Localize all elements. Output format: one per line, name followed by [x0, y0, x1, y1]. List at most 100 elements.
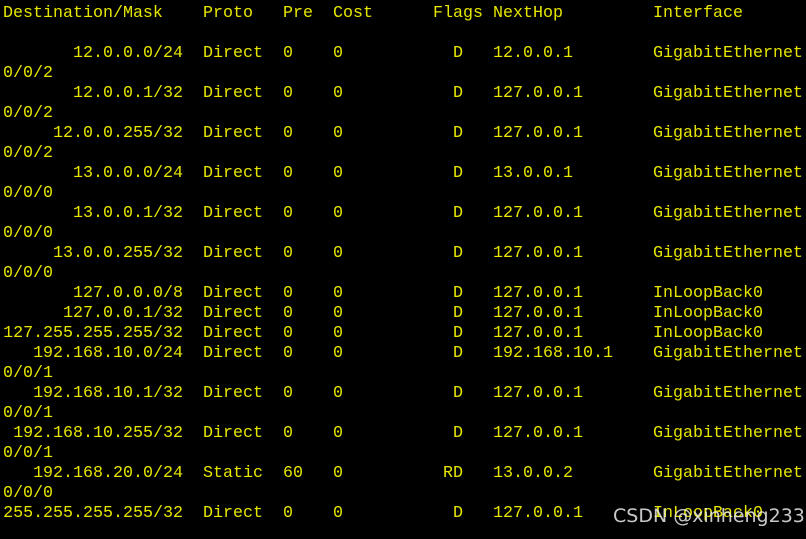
route-cost: 0: [333, 124, 343, 143]
routing-table-header: Destination/Mask Proto Pre Cost Flags Ne…: [3, 4, 806, 24]
route-flags: D: [453, 344, 463, 363]
route-row-wrap: 0/0/1: [3, 444, 806, 464]
route-proto: Direct: [203, 244, 263, 263]
terminal-window[interactable]: Destination/Mask Proto Pre Cost Flags Ne…: [0, 0, 806, 539]
route-nexthop: 12.0.0.1: [493, 44, 573, 63]
route-interface-wrap: 0/0/2: [3, 104, 53, 123]
route-flags: D: [453, 424, 463, 443]
route-nexthop: 127.0.0.1: [493, 84, 583, 103]
route-flags: RD: [443, 464, 463, 483]
route-row: 12.0.0.1/32 Direct 0 0 D 127.0.0.1 GigabitEthe…: [3, 84, 806, 104]
route-nexthop: 127.0.0.1: [493, 204, 583, 223]
route-destination: 12.0.0.0/24: [73, 44, 183, 63]
route-interface-wrap: 0/0/0: [3, 224, 53, 243]
route-cost: 0: [333, 504, 343, 523]
route-row-wrap: 0/0/0: [3, 264, 806, 284]
route-nexthop: 127.0.0.1: [493, 384, 583, 403]
route-interface: GigabitEthernet: [653, 244, 803, 263]
route-interface: GigabitEthernet: [653, 424, 803, 443]
route-nexthop: 13.0.0.1: [493, 164, 573, 183]
route-proto: Direct: [203, 504, 263, 523]
route-flags: D: [453, 164, 463, 183]
route-proto: Direct: [203, 304, 263, 323]
route-cost: 0: [333, 44, 343, 63]
route-row: 12.0.0.0/24 Direct 0 0 D 12.0.0.1 GigabitEther…: [3, 44, 806, 64]
route-proto: Direct: [203, 124, 263, 143]
header-destination: Destination/Mask: [3, 4, 163, 23]
route-pre: 0: [283, 84, 293, 103]
route-interface: GigabitEthernet: [653, 124, 803, 143]
route-proto: Static: [203, 464, 263, 483]
route-destination: 13.0.0.1/32: [73, 204, 183, 223]
route-interface-wrap: 0/0/2: [3, 64, 53, 83]
route-proto: Direct: [203, 424, 263, 443]
route-row-wrap: 0/0/0: [3, 184, 806, 204]
route-nexthop: 127.0.0.1: [493, 284, 583, 303]
route-nexthop: 127.0.0.1: [493, 504, 583, 523]
route-interface: GigabitEthernet: [653, 44, 803, 63]
route-flags: D: [453, 44, 463, 63]
route-nexthop: 127.0.0.1: [493, 304, 583, 323]
route-pre: 0: [283, 344, 293, 363]
route-interface: GigabitEthernet: [653, 204, 803, 223]
header-flags: Flags: [433, 4, 483, 23]
route-cost: 0: [333, 384, 343, 403]
route-pre: 0: [283, 44, 293, 63]
watermark: CSDN @xinheng233: [613, 505, 805, 527]
route-nexthop: 127.0.0.1: [493, 244, 583, 263]
route-interface: GigabitEthernet: [653, 384, 803, 403]
route-row: 13.0.0.0/24 Direct 0 0 D 13.0.0.1 GigabitEther…: [3, 164, 806, 184]
route-pre: 60: [283, 464, 303, 483]
route-nexthop: 127.0.0.1: [493, 424, 583, 443]
route-nexthop: 13.0.0.2: [493, 464, 573, 483]
route-interface-wrap: 0/0/0: [3, 484, 53, 503]
route-cost: 0: [333, 324, 343, 343]
route-row-wrap: 0/0/0: [3, 224, 806, 244]
route-destination: 13.0.0.255/32: [53, 244, 183, 263]
route-row-wrap: 0/0/0: [3, 484, 806, 504]
route-interface: InLoopBack0: [653, 304, 763, 323]
route-destination: 192.168.10.1/32: [33, 384, 183, 403]
route-nexthop: 127.0.0.1: [493, 124, 583, 143]
route-flags: D: [453, 384, 463, 403]
route-pre: 0: [283, 504, 293, 523]
route-pre: 0: [283, 244, 293, 263]
route-proto: Direct: [203, 284, 263, 303]
route-interface: GigabitEthernet: [653, 84, 803, 103]
route-row: 127.255.255.255/32 Direct 0 0 D 127.0.0.1 InLo…: [3, 324, 806, 344]
header-interface: Interface: [653, 4, 743, 23]
header-cost: Cost: [333, 4, 373, 23]
route-cost: 0: [333, 84, 343, 103]
route-cost: 0: [333, 164, 343, 183]
route-destination: 127.0.0.0/8: [73, 284, 183, 303]
route-destination: 127.255.255.255/32: [3, 324, 183, 343]
route-interface-wrap: 0/0/0: [3, 184, 53, 203]
route-cost: 0: [333, 424, 343, 443]
route-pre: 0: [283, 204, 293, 223]
route-proto: Direct: [203, 324, 263, 343]
route-row-wrap: 0/0/1: [3, 364, 806, 384]
route-row: 192.168.10.0/24 Direct 0 0 D 192.168.10.1 Giga…: [3, 344, 806, 364]
route-row: 127.0.0.0/8 Direct 0 0 D 127.0.0.1 InLoopBack0: [3, 284, 806, 304]
route-row-wrap: 0/0/2: [3, 104, 806, 124]
header-nexthop: NextHop: [493, 4, 563, 23]
route-interface: InLoopBack0: [653, 324, 763, 343]
route-nexthop: 127.0.0.1: [493, 324, 583, 343]
route-flags: D: [453, 124, 463, 143]
route-flags: D: [453, 244, 463, 263]
route-interface-wrap: 0/0/2: [3, 144, 53, 163]
route-flags: D: [453, 324, 463, 343]
route-row: 13.0.0.1/32 Direct 0 0 D 127.0.0.1 GigabitEthe…: [3, 204, 806, 224]
route-interface: GigabitEthernet: [653, 344, 803, 363]
route-pre: 0: [283, 424, 293, 443]
route-cost: 0: [333, 304, 343, 323]
route-proto: Direct: [203, 44, 263, 63]
route-destination: 255.255.255.255/32: [3, 504, 183, 523]
route-row-wrap: 0/0/1: [3, 404, 806, 424]
route-destination: 192.168.20.0/24: [33, 464, 183, 483]
route-interface: GigabitEthernet: [653, 164, 803, 183]
route-pre: 0: [283, 384, 293, 403]
route-interface-wrap: 0/0/1: [3, 364, 53, 383]
route-row-wrap: 0/0/2: [3, 144, 806, 164]
route-proto: Direct: [203, 164, 263, 183]
